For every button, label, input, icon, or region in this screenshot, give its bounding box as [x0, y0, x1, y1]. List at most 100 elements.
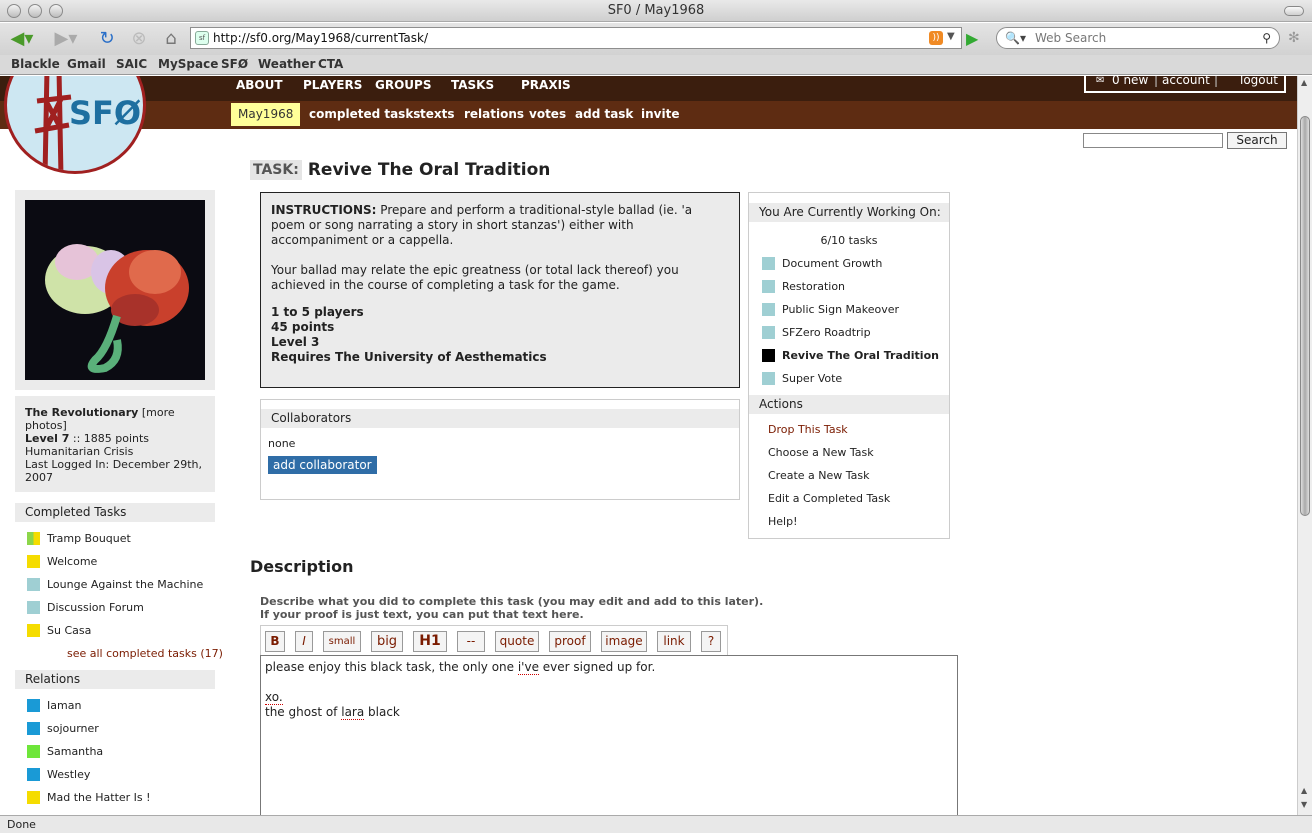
web-search-placeholder: Web Search [1035, 31, 1107, 45]
url-dropdown-icon[interactable]: ▼ [947, 31, 955, 42]
status-text: Done [7, 818, 36, 831]
proof-button[interactable]: proof [549, 631, 591, 652]
working-task-item[interactable]: Public Sign Makeover [762, 303, 899, 316]
bookmark-myspace[interactable]: MySpace [158, 57, 218, 71]
add-collaborator-button[interactable]: add collaborator [268, 456, 377, 474]
task-color-square [762, 326, 775, 339]
site-search-input[interactable] [1083, 133, 1223, 148]
subnav-add-task[interactable]: add task [575, 107, 633, 121]
relation-item[interactable]: Samantha [27, 745, 103, 758]
image-button[interactable]: image [601, 631, 647, 652]
link-button[interactable]: link [657, 631, 691, 652]
address-bar-url: http://sf0.org/May1968/currentTask/ [213, 31, 429, 45]
new-messages-link[interactable]: 0 new [1112, 76, 1148, 89]
sf0-logo[interactable]: SFØ [4, 76, 146, 174]
working-task-item[interactable]: SFZero Roadtrip [762, 326, 871, 339]
toolbar-toggle-button[interactable] [1284, 6, 1304, 16]
small-button[interactable]: small [323, 631, 361, 652]
completed-tasks-heading: Completed Tasks [15, 503, 215, 522]
completed-task-item[interactable]: Welcome [27, 555, 97, 568]
scroll-up-icon[interactable]: ▲ [1301, 786, 1307, 795]
site-search-button[interactable]: Search [1227, 132, 1287, 149]
account-link[interactable]: account [1162, 76, 1210, 89]
completed-task-item[interactable]: Tramp Bouquet [27, 532, 131, 545]
zoom-window-button[interactable] [49, 4, 63, 18]
working-task-item[interactable]: Restoration [762, 280, 845, 293]
nav-tasks[interactable]: TASKS [451, 78, 494, 92]
minimize-window-button[interactable] [28, 4, 42, 18]
divider-button[interactable]: -- [457, 631, 485, 652]
relation-item[interactable]: Iaman [27, 699, 81, 712]
create-new-task-link[interactable]: Create a New Task [768, 469, 870, 482]
relation-item[interactable]: Westley [27, 768, 90, 781]
working-count: 6/10 tasks [820, 234, 878, 247]
description-heading: Description [250, 557, 354, 576]
subnav-may1968[interactable]: May1968 [231, 103, 301, 126]
working-task-item[interactable]: Document Growth [762, 257, 882, 270]
profile-name[interactable]: The Revolutionary [25, 406, 138, 419]
subnav-relations[interactable]: relations [464, 107, 524, 121]
profile-photo[interactable] [25, 200, 205, 380]
bookmark-saic[interactable]: SAIC [116, 57, 147, 71]
relation-color-square [27, 722, 40, 735]
scroll-down-icon[interactable]: ▼ [1301, 800, 1307, 809]
subnav-invite[interactable]: invite [641, 107, 679, 121]
subnav-votes[interactable]: votes [529, 107, 566, 121]
description-textarea[interactable]: please enjoy this black task, the only o… [260, 655, 958, 815]
subnav-completed-tasks[interactable]: completed tasks [309, 107, 420, 121]
nav-about[interactable]: ABOUT [236, 78, 283, 92]
search-icon[interactable]: ⚲ [1262, 28, 1271, 48]
relation-item[interactable]: sojourner [27, 722, 99, 735]
working-task-item[interactable]: Super Vote [762, 372, 842, 385]
profile-summary: The Revolutionary [more photos] Level 7 … [15, 396, 215, 492]
see-all-completed-link[interactable]: see all completed tasks (17) [67, 647, 223, 660]
subnav-texts[interactable]: texts [420, 107, 455, 121]
big-button[interactable]: big [371, 631, 403, 652]
bold-button[interactable]: B [265, 631, 285, 652]
bookmark-sf0[interactable]: SFØ [221, 57, 248, 71]
edit-completed-task-link[interactable]: Edit a Completed Task [768, 492, 890, 505]
bookmark-weather[interactable]: Weather [258, 57, 315, 71]
profile-house[interactable]: Humanitarian Crisis [25, 445, 205, 458]
home-icon[interactable]: ⌂ [158, 25, 184, 51]
vertical-scrollbar[interactable]: ▲ ▲ ▼ [1297, 76, 1312, 815]
forward-arrow-icon[interactable]: ▶▾ [48, 25, 84, 51]
choose-new-task-link[interactable]: Choose a New Task [768, 446, 874, 459]
bookmark-gmail[interactable]: Gmail [67, 57, 106, 71]
stop-icon[interactable]: ⊗ [126, 25, 152, 51]
drop-task-link[interactable]: Drop This Task [768, 423, 848, 436]
site-top-nav: ABOUT PLAYERS GROUPS TASKS PRAXIS ✉ 0 ne… [0, 76, 1297, 101]
h1-button[interactable]: H1 [413, 631, 447, 652]
instructions-text-2: Your ballad may relate the epic greatnes… [271, 263, 679, 292]
working-task-item-current[interactable]: Revive The Oral Tradition [762, 349, 939, 362]
quote-button[interactable]: quote [495, 631, 539, 652]
address-bar[interactable]: sf http://sf0.org/May1968/currentTask/ [190, 27, 962, 49]
go-icon[interactable]: ▶ [966, 29, 978, 48]
completed-task-item[interactable]: Discussion Forum [27, 601, 144, 614]
flower-image-icon [45, 244, 189, 373]
task-level: Level 3 [271, 335, 320, 349]
italic-button[interactable]: I [295, 631, 313, 652]
logout-link[interactable]: logout [1240, 76, 1278, 89]
task-instructions: INSTRUCTIONS: Prepare and perform a trad… [260, 192, 740, 388]
completed-task-item[interactable]: Su Casa [27, 624, 91, 637]
scrollbar-thumb[interactable] [1300, 116, 1310, 516]
close-window-button[interactable] [7, 4, 21, 18]
help-button[interactable]: ? [701, 631, 721, 652]
scroll-up-icon[interactable]: ▲ [1301, 78, 1307, 87]
search-engine-icon[interactable]: 🔍▾ [1005, 28, 1026, 48]
nav-praxis[interactable]: PRAXIS [521, 78, 571, 92]
completed-task-item[interactable]: Lounge Against the Machine [27, 578, 203, 591]
nav-players[interactable]: PLAYERS [303, 78, 362, 92]
web-search-input[interactable]: 🔍▾ Web Search ⚲ [996, 27, 1280, 49]
help-link[interactable]: Help! [768, 515, 798, 528]
rss-feed-icon[interactable]: )) [929, 31, 943, 45]
bookmarks-bar: Blackle Gmail SAIC MySpace SFØ Weather C… [0, 55, 1312, 75]
back-arrow-icon[interactable]: ◀▾ [4, 25, 40, 51]
profile-last-logged: Last Logged In: December 29th, 2007 [25, 458, 203, 484]
reload-icon[interactable]: ↻ [94, 25, 120, 51]
relation-item[interactable]: Mad the Hatter Is ! [27, 791, 151, 804]
bookmark-cta[interactable]: CTA [318, 57, 343, 71]
bookmark-blackle[interactable]: Blackle [11, 57, 60, 71]
nav-groups[interactable]: GROUPS [375, 78, 431, 92]
